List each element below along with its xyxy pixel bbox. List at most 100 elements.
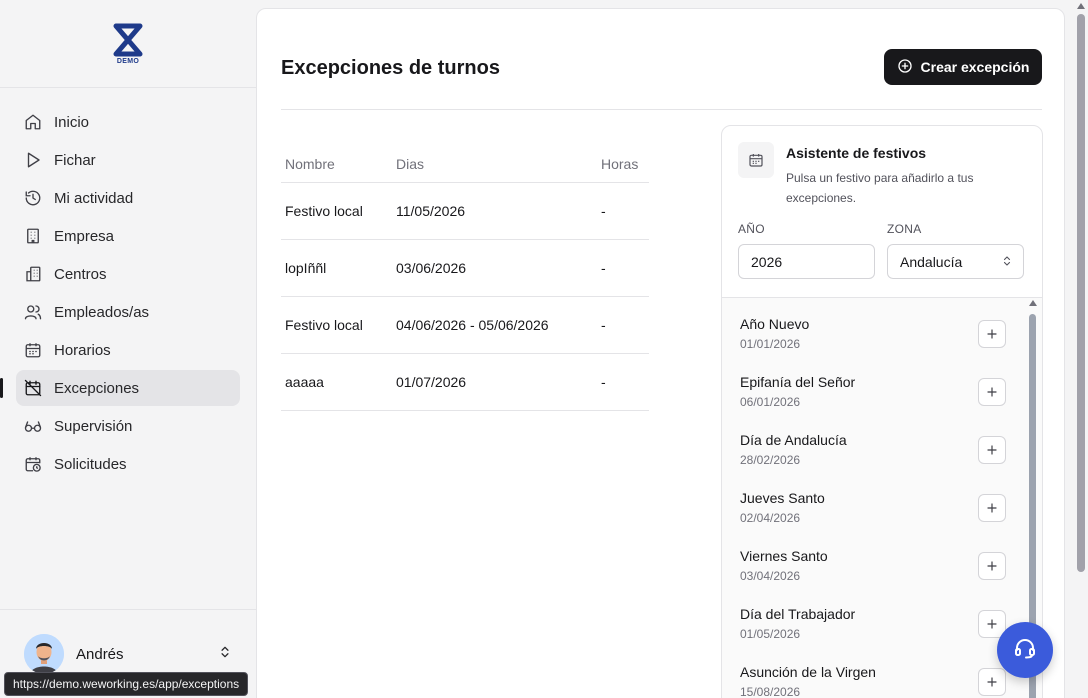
table-row[interactable]: Festivo local 11/05/2026 - (281, 183, 649, 240)
calendar-icon (738, 142, 774, 178)
list-item[interactable]: Año Nuevo 01/01/2026 (740, 316, 1010, 374)
create-exception-label: Crear excepción (920, 59, 1030, 75)
sidebar-item-centros[interactable]: Centros (16, 256, 240, 292)
sidebar-item-mi-actividad[interactable]: Mi actividad (16, 180, 240, 216)
list-item[interactable]: Día de Andalucía 28/02/2026 (740, 432, 1010, 490)
add-holiday-button[interactable] (978, 552, 1006, 580)
user-name: Andrés (76, 645, 124, 663)
add-holiday-button[interactable] (978, 668, 1006, 696)
glasses-icon (24, 417, 42, 435)
calendar-off-icon (24, 379, 42, 397)
cell-horas: - (601, 317, 606, 333)
page-scrollbar-thumb[interactable] (1077, 14, 1085, 572)
column-header-nombre: Nombre (285, 155, 335, 172)
plus-icon (987, 445, 997, 455)
sidebar-item-supervision[interactable]: Supervisión (16, 408, 240, 444)
sidebar-item-fichar[interactable]: Fichar (16, 142, 240, 178)
list-item[interactable]: Asunción de la Virgen 15/08/2026 (740, 664, 1010, 698)
building-icon (24, 227, 42, 245)
avatar (24, 634, 64, 674)
status-url-tooltip: https://demo.weworking.es/app/exceptions (4, 672, 249, 696)
add-holiday-button[interactable] (978, 436, 1006, 464)
user-menu[interactable]: Andrés (24, 634, 232, 674)
chevrons-up-down-icon (1001, 254, 1013, 270)
sidebar: DEMO Inicio Fichar Mi actividad Empresa … (0, 0, 256, 698)
active-indicator (0, 378, 3, 398)
sidebar-item-label: Empresa (54, 227, 115, 245)
list-item[interactable]: Día del Trabajador 01/05/2026 (740, 606, 1010, 664)
sidebar-item-empresa[interactable]: Empresa (16, 218, 240, 254)
sidebar-nav: Inicio Fichar Mi actividad Empresa Centr… (0, 88, 256, 482)
table-row[interactable]: aaaaa 01/07/2026 - (281, 354, 649, 411)
zone-select-value: Andalucía (900, 253, 963, 270)
sidebar-item-label: Centros (54, 265, 107, 283)
plus-icon (987, 387, 997, 397)
sidebar-item-label: Horarios (54, 341, 111, 359)
sidebar-item-horarios[interactable]: Horarios (16, 332, 240, 368)
cell-nombre: Festivo local (285, 317, 363, 333)
holiday-date: 15/08/2026 (740, 685, 801, 698)
list-item[interactable]: Epifanía del Señor 06/01/2026 (740, 374, 1010, 432)
holidays-description: Pulsa un festivo para añadirlo a tus exc… (786, 171, 974, 205)
column-header-dias: Dias (396, 155, 425, 172)
headset-icon (1013, 636, 1037, 665)
plus-icon (987, 329, 997, 339)
zone-select[interactable]: Andalucía (887, 244, 1024, 279)
create-exception-button[interactable]: Crear excepción (884, 49, 1042, 85)
chevrons-up-down-icon (218, 645, 232, 664)
sidebar-item-label: Inicio (54, 113, 90, 131)
users-icon (24, 303, 42, 321)
page-title: Excepciones de turnos (281, 57, 500, 79)
sidebar-item-excepciones[interactable]: Excepciones (0, 370, 240, 406)
sidebar-item-label: Fichar (54, 151, 96, 169)
holiday-date: 01/05/2026 (740, 627, 801, 641)
holiday-date: 02/04/2026 (740, 511, 801, 525)
logo[interactable]: DEMO (113, 23, 143, 65)
history-icon (24, 189, 42, 207)
logo-icon (113, 23, 143, 56)
holidays-assistant-panel: Asistente de festivos Pulsa un festivo p… (721, 125, 1043, 698)
cell-nombre: Festivo local (285, 203, 363, 219)
cell-horas: - (601, 203, 606, 219)
holiday-name: Día del Trabajador (740, 606, 856, 622)
holiday-date: 03/04/2026 (740, 569, 801, 583)
list-item[interactable]: Viernes Santo 03/04/2026 (740, 548, 1010, 606)
holiday-name: Epifanía del Señor (740, 374, 856, 390)
holiday-name: Año Nuevo (740, 316, 810, 332)
support-chat-button[interactable] (997, 622, 1053, 678)
cell-dias: 11/05/2026 (396, 203, 466, 219)
exceptions-table: Nombre Dias Horas Festivo local 11/05/20… (281, 145, 649, 411)
page-scrollbar[interactable] (1074, 0, 1088, 698)
plus-icon (987, 503, 997, 513)
holiday-name: Asunción de la Virgen (740, 664, 876, 680)
cell-horas: - (601, 374, 606, 390)
holidays-list: Año Nuevo 01/01/2026 Epifanía del Señor … (722, 297, 1042, 698)
sidebar-item-label: Solicitudes (54, 455, 127, 473)
sidebar-item-inicio[interactable]: Inicio (16, 104, 240, 140)
plus-icon (987, 677, 997, 687)
year-label: AÑO (738, 222, 765, 236)
holiday-name: Día de Andalucía (740, 432, 847, 448)
table-row[interactable]: lopIññl 03/06/2026 - (281, 240, 649, 297)
list-item[interactable]: Jueves Santo 02/04/2026 (740, 490, 1010, 548)
sidebar-item-empleados[interactable]: Empleados/as (16, 294, 240, 330)
cell-nombre: aaaaa (285, 374, 324, 390)
scroll-up-arrow-icon[interactable] (1029, 300, 1037, 306)
plus-icon (987, 561, 997, 571)
sidebar-item-label: Mi actividad (54, 189, 134, 207)
sidebar-item-label: Empleados/as (54, 303, 150, 321)
logo-area: DEMO (0, 0, 256, 88)
add-holiday-button[interactable] (978, 494, 1006, 522)
buildings-icon (24, 265, 42, 283)
add-holiday-button[interactable] (978, 320, 1006, 348)
table-header: Nombre Dias Horas (281, 145, 649, 183)
holiday-name: Jueves Santo (740, 490, 825, 506)
table-row[interactable]: Festivo local 04/06/2026 - 05/06/2026 - (281, 297, 649, 354)
add-holiday-button[interactable] (978, 378, 1006, 406)
holiday-date: 06/01/2026 (740, 395, 801, 409)
header-divider (281, 109, 1042, 110)
scroll-up-arrow-icon[interactable] (1077, 3, 1085, 9)
year-input[interactable] (738, 244, 875, 279)
sidebar-item-solicitudes[interactable]: Solicitudes (16, 446, 240, 482)
zone-label: ZONA (887, 222, 922, 236)
